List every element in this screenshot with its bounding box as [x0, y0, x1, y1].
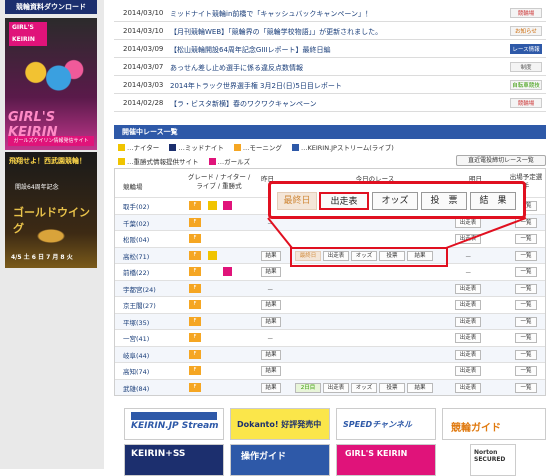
callout-lines: [267, 217, 527, 249]
banner-dokanto[interactable]: Dokanto! 好評発売中: [230, 408, 330, 440]
banner-stream[interactable]: KEIRIN.JP Stream: [124, 408, 224, 440]
banner-operation-guide[interactable]: 操作ガイド: [230, 444, 330, 476]
banner-speed-text: SPEEDチャンネル: [343, 420, 412, 429]
banner-girls-keirin[interactable]: GIRL'S KEIRIN: [336, 444, 436, 476]
banner-girls-text: GIRL'S KEIRIN: [345, 449, 408, 458]
banner-dokanto-text: Dokanto! 好評発売中: [237, 420, 322, 429]
norton-seal[interactable]: Norton SECURED: [470, 444, 516, 476]
banner-speed[interactable]: SPEEDチャンネル: [336, 408, 436, 440]
banner-op-text: 操作ガイド: [241, 452, 287, 462]
banner-guide-text: 競輪ガイド: [451, 423, 501, 434]
norton-text: Norton SECURED: [474, 449, 506, 463]
banner-stream-text: KEIRIN.JP Stream: [131, 421, 219, 431]
banner-ss-text: KEIRIN+SS: [131, 449, 186, 459]
banner-keirin-guide[interactable]: 競輪ガイド: [442, 408, 546, 440]
banner-keirin-ss[interactable]: KEIRIN+SS: [124, 444, 224, 476]
